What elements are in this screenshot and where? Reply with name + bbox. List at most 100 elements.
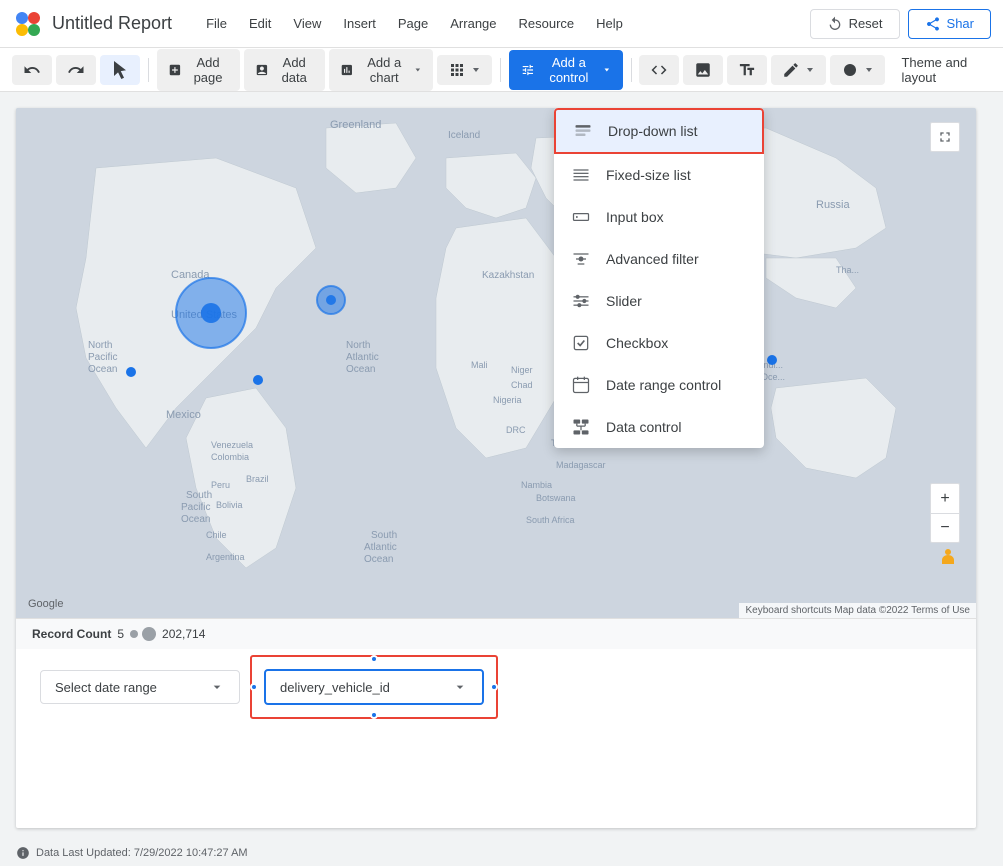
svg-text:Pacific: Pacific [88, 352, 117, 363]
textbox-button[interactable] [727, 55, 767, 85]
add-chart-button[interactable]: Add a chart [329, 49, 433, 91]
undo-icon [23, 61, 41, 79]
anchor-right[interactable] [490, 683, 498, 691]
map-fullscreen-button[interactable] [930, 122, 960, 152]
date-range-icon [570, 374, 592, 396]
image-button[interactable] [683, 55, 723, 85]
menu-insert[interactable]: Insert [333, 12, 386, 35]
image-icon [694, 61, 712, 79]
zoom-in-button[interactable]: + [930, 483, 960, 513]
menu-item-checkbox[interactable]: Checkbox [554, 322, 764, 364]
legend-dot-small [130, 630, 138, 638]
reset-icon [827, 16, 843, 32]
anchor-top[interactable] [370, 655, 378, 663]
svg-text:Chad: Chad [511, 380, 533, 390]
code-button[interactable] [639, 55, 679, 85]
fixed-size-list-icon [570, 164, 592, 186]
share-button[interactable]: Shar [908, 9, 991, 39]
svg-text:Kazakhstan: Kazakhstan [482, 270, 534, 281]
svg-text:Colombia: Colombia [211, 452, 249, 462]
menu-resource[interactable]: Resource [509, 12, 585, 35]
google-logo: Google [28, 598, 63, 610]
menu-edit[interactable]: Edit [239, 12, 281, 35]
add-control-chevron [603, 65, 611, 75]
record-count-value: 5 [117, 627, 124, 641]
select-button[interactable] [100, 55, 140, 85]
textbox-icon [738, 61, 756, 79]
add-data-button[interactable]: Add data [244, 49, 325, 91]
menu-item-advanced-filter-label: Advanced filter [606, 251, 699, 267]
fullscreen-icon [937, 129, 953, 145]
svg-text:Ocean: Ocean [181, 514, 210, 525]
delivery-field-label: delivery_vehicle_id [280, 680, 390, 695]
menu-item-slider[interactable]: Slider [554, 280, 764, 322]
menu-bar: File Edit View Insert Page Arrange Resou… [196, 12, 633, 35]
svg-text:Mali: Mali [471, 360, 488, 370]
add-control-button[interactable]: Add a control [509, 50, 623, 90]
menu-item-advanced-filter[interactable]: Advanced filter [554, 238, 764, 280]
world-map: Canada United States Mexico North Pacifi… [16, 108, 976, 618]
street-view-button[interactable] [936, 547, 960, 574]
anchor-bottom[interactable] [370, 711, 378, 719]
menu-item-date-range-label: Date range control [606, 377, 721, 393]
canvas-area: Canada United States Mexico North Pacifi… [0, 92, 1003, 866]
delivery-vehicle-select[interactable]: delivery_vehicle_id [264, 669, 484, 705]
svg-text:North: North [346, 340, 370, 351]
svg-text:Ocean: Ocean [346, 364, 375, 375]
menu-view[interactable]: View [283, 12, 331, 35]
menu-item-data-control[interactable]: Data control [554, 406, 764, 448]
draw-button[interactable] [771, 55, 826, 85]
svg-text:Tha...: Tha... [836, 265, 859, 275]
menu-item-checkbox-label: Checkbox [606, 335, 668, 351]
menu-file[interactable]: File [196, 12, 237, 35]
svg-text:Ocean: Ocean [364, 554, 393, 565]
menu-item-date-range[interactable]: Date range control [554, 364, 764, 406]
map-zoom-controls: + − [930, 483, 960, 543]
zoom-out-button[interactable]: − [930, 513, 960, 543]
add-chart-label: Add a chart [359, 55, 410, 85]
map-attribution: Keyboard shortcuts Map data ©2022 Terms … [739, 603, 976, 618]
menu-item-input-box[interactable]: Input box [554, 196, 764, 238]
report-canvas: Canada United States Mexico North Pacifi… [16, 108, 976, 828]
add-page-button[interactable]: Add page [157, 49, 241, 91]
menu-item-dropdown-list[interactable]: Drop-down list [554, 108, 764, 154]
date-range-placeholder: Select date range [55, 680, 157, 695]
svg-text:Peru: Peru [211, 480, 230, 490]
top-bar: Untitled Report File Edit View Insert Pa… [0, 0, 1003, 48]
menu-page[interactable]: Page [388, 12, 438, 35]
menu-help[interactable]: Help [586, 12, 633, 35]
advanced-filter-icon [570, 248, 592, 270]
divider-2 [500, 58, 501, 82]
svg-text:Iceland: Iceland [448, 130, 480, 141]
undo-button[interactable] [12, 55, 52, 85]
svg-text:North: North [88, 340, 112, 351]
share-icon [925, 16, 941, 32]
menu-item-fixed-size-list[interactable]: Fixed-size list [554, 154, 764, 196]
add-control-label: Add a control [540, 55, 598, 85]
record-count-bar: Record Count 5 202,714 [16, 618, 976, 649]
svg-text:South Africa: South Africa [526, 515, 575, 525]
svg-text:DRC: DRC [506, 425, 526, 435]
add-chart-icon [340, 61, 354, 79]
components-icon [448, 61, 466, 79]
svg-text:Bolivia: Bolivia [216, 500, 243, 510]
checkbox-icon [570, 332, 592, 354]
anchor-left[interactable] [250, 683, 258, 691]
cursor-icon [111, 61, 129, 79]
add-components-button[interactable] [437, 55, 492, 85]
info-icon [16, 846, 30, 860]
redo-button[interactable] [56, 55, 96, 85]
bottom-controls: Select date range delivery_vehicle_id [16, 649, 976, 725]
date-range-select[interactable]: Select date range [40, 670, 240, 704]
report-title: Untitled Report [52, 13, 172, 34]
shapes-button[interactable] [830, 55, 885, 85]
theme-layout-button[interactable]: Theme and layout [893, 50, 991, 90]
reset-button[interactable]: Reset [810, 9, 900, 39]
record-count-number: 202,714 [162, 627, 205, 641]
svg-text:Nigeria: Nigeria [493, 395, 522, 405]
svg-text:Brazil: Brazil [246, 474, 269, 484]
toolbar: Add page Add data Add a chart Add a cont… [0, 48, 1003, 92]
menu-arrange[interactable]: Arrange [440, 12, 506, 35]
svg-text:Nambia: Nambia [521, 480, 552, 490]
menu-item-input-box-label: Input box [606, 209, 664, 225]
